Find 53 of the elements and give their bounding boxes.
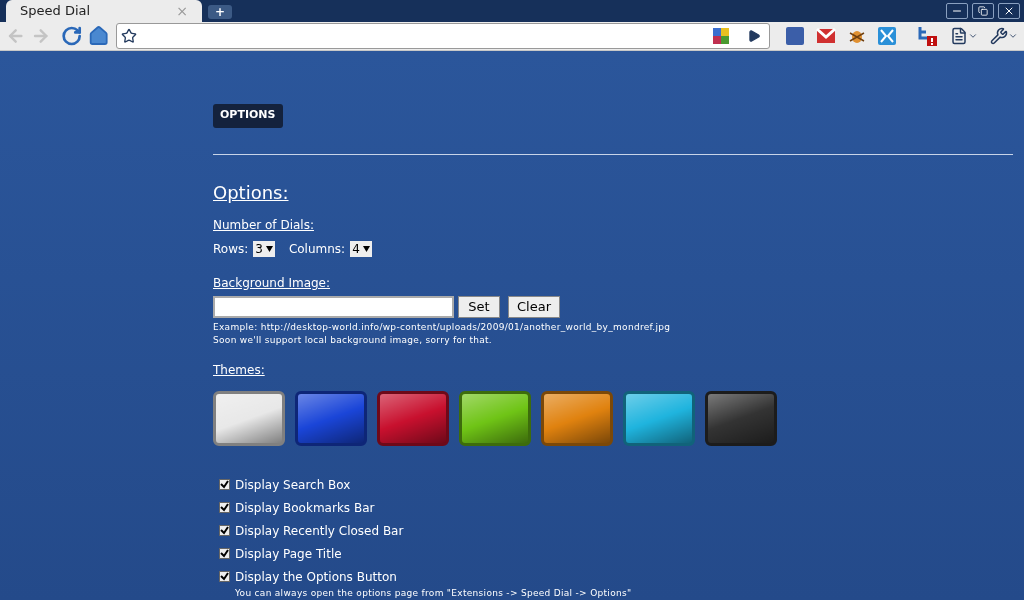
checkbox[interactable] bbox=[219, 548, 230, 559]
rows-label: Rows: bbox=[213, 240, 249, 258]
theme-swatch[interactable] bbox=[377, 390, 449, 446]
tab-title: Speed Dial bbox=[20, 2, 91, 21]
options-heading: Options: bbox=[213, 180, 290, 205]
columns-select[interactable]: 4 bbox=[350, 240, 372, 257]
section-label: Background Image: bbox=[213, 274, 332, 292]
checkbox-label: Display the Options Button bbox=[235, 568, 397, 586]
caret-icon bbox=[362, 245, 370, 252]
reload-icon[interactable] bbox=[60, 25, 83, 48]
section-label: Themes: bbox=[213, 361, 266, 379]
checkbox-label: Display Page Title bbox=[235, 545, 342, 563]
wrench-menu-button[interactable] bbox=[990, 27, 1018, 46]
checkbox-label: Display Search Box bbox=[235, 476, 351, 494]
checkbox-label: Display Recently Closed Bar bbox=[235, 522, 404, 540]
options-button[interactable]: OPTIONS bbox=[213, 103, 283, 128]
close-icon bbox=[1003, 5, 1015, 17]
theme-swatch[interactable] bbox=[623, 390, 695, 446]
checkbox[interactable] bbox=[219, 571, 230, 582]
go-icon[interactable] bbox=[747, 29, 761, 44]
star-icon[interactable] bbox=[120, 28, 137, 45]
close-button[interactable] bbox=[998, 3, 1020, 19]
home-icon[interactable] bbox=[88, 25, 110, 48]
wrench-icon bbox=[990, 27, 1008, 46]
checkbox[interactable] bbox=[219, 525, 230, 536]
envelope-icon[interactable] bbox=[816, 27, 836, 46]
checkbox-label: Display Bookmarks Bar bbox=[235, 499, 375, 517]
set-button[interactable]: Set bbox=[458, 295, 500, 318]
page-icon bbox=[950, 27, 968, 46]
page-menu-button[interactable] bbox=[950, 27, 978, 46]
section-label: Number of Dials: bbox=[213, 216, 315, 234]
theme-swatch[interactable] bbox=[705, 390, 777, 446]
columns-label: Columns: bbox=[288, 240, 346, 258]
background-url-field[interactable] bbox=[213, 295, 454, 318]
minimize-button[interactable] bbox=[946, 3, 968, 19]
theme-swatch[interactable] bbox=[541, 390, 613, 446]
browser-tab[interactable]: Speed Dial × bbox=[6, 0, 202, 22]
theme-swatch[interactable] bbox=[295, 390, 367, 446]
theme-swatch[interactable] bbox=[213, 390, 285, 446]
checkbox[interactable] bbox=[219, 502, 230, 513]
clear-button[interactable]: Clear bbox=[508, 295, 560, 318]
note-text: Soon we'll support local background image, sorry for that. bbox=[213, 333, 493, 346]
checkbox[interactable] bbox=[219, 479, 230, 490]
restore-icon bbox=[978, 6, 988, 16]
theme-swatch[interactable] bbox=[459, 390, 531, 446]
colored-squares-icon[interactable] bbox=[713, 28, 729, 45]
caret-icon bbox=[265, 245, 273, 252]
t-alert-icon[interactable] bbox=[916, 26, 938, 47]
example-text: Example: http://desktop-world.info/wp-content/uploads/2009/01/another_world_by_mondref.jpg bbox=[213, 320, 672, 334]
restore-button[interactable] bbox=[972, 3, 994, 19]
new-tab-button[interactable]: + bbox=[208, 5, 232, 19]
hint-text: You can always open the options page from "Extensions -> Speed Dial -> Options" bbox=[234, 586, 633, 600]
rows-select[interactable]: 3 bbox=[253, 240, 275, 257]
